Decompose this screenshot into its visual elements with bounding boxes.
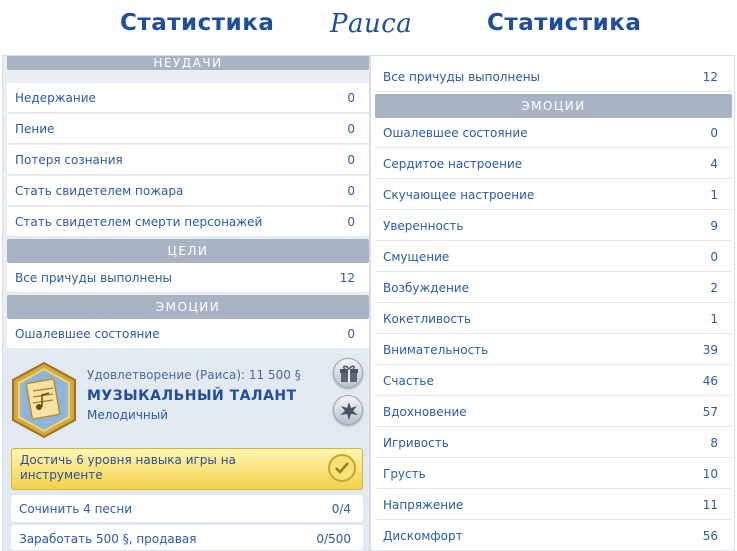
stat-row: Все причуды выполнены 12 (7, 263, 369, 293)
stat-label: Напряжение (383, 498, 464, 512)
stat-label: Все причуды выполнены (383, 70, 541, 84)
stat-value: 12 (339, 271, 355, 285)
stat-label: Стать свидетелем смерти персонажей (15, 215, 263, 229)
stat-value: 39 (702, 343, 718, 357)
milestone-task: Сочинить 4 песни 0/4 (11, 495, 363, 523)
satisfaction-points: Удовлетворение (Раиса): 11 500 § (87, 368, 301, 382)
stat-value: 2 (710, 281, 718, 295)
stats-title-right: Статистика (487, 10, 642, 36)
stat-value: 56 (702, 529, 718, 543)
stat-label: Скучающее настроение (383, 188, 535, 202)
stat-row: Недержание 0 (7, 83, 369, 113)
stat-value: 0 (710, 250, 718, 264)
aspiration-milestone: Мелодичный (87, 408, 169, 422)
stat-value: 1 (710, 312, 718, 326)
stat-label: Ошалевшее состояние (383, 126, 528, 140)
stat-row: Грусть 10 (375, 459, 732, 489)
current-milestone-task: Достичь 6 уровня навыка игры на инструме… (11, 448, 363, 490)
emotions-header: Эмоции (7, 295, 369, 319)
stat-value: 1 (710, 188, 718, 202)
sparkle-burst-icon (340, 402, 358, 420)
music-sheet-badge-icon (12, 361, 76, 439)
stat-value: 11 (702, 498, 718, 512)
stat-row: Все причуды выполнены 12 (375, 62, 732, 92)
stat-label: Смущение (383, 250, 450, 264)
stat-value: 9 (710, 219, 718, 233)
stat-label: Внимательность (383, 343, 489, 357)
stat-label: Недержание (15, 91, 96, 105)
stat-value: 46 (702, 374, 718, 388)
stat-label: Потеря сознания (15, 153, 123, 167)
stat-row: Стать свидетелем пожара 0 (7, 176, 369, 206)
stat-value: 10 (702, 467, 718, 481)
stat-value: 0 (710, 126, 718, 140)
task-label: Достичь 6 уровня навыка игры на инструме… (20, 453, 236, 482)
stat-value: 8 (710, 436, 718, 450)
stat-label: Сердитое настроение (383, 157, 523, 171)
milestone-task: Заработать 500 §, продавая 0/500 (11, 525, 363, 551)
rewards-store-button[interactable] (333, 358, 363, 388)
stat-label: Уверенность (383, 219, 464, 233)
stat-row: Ошалевшее состояние 0 (7, 319, 369, 349)
stat-value: 0 (347, 122, 355, 136)
stat-value: 4 (710, 157, 718, 171)
stat-row: Игривость 8 (375, 428, 732, 458)
failures-header: Неудачи (7, 56, 369, 70)
stat-label: Дискомфорт (383, 529, 463, 543)
gift-icon (340, 365, 358, 382)
stat-value: 12 (702, 70, 718, 84)
stat-row: Возбуждение 2 (375, 273, 732, 303)
stat-row: Уверенность 9 (375, 211, 732, 241)
stat-label: Ошалевшее состояние (15, 327, 160, 341)
stat-label: Стать свидетелем пожара (15, 184, 184, 198)
stat-value: 0 (347, 215, 355, 229)
stat-row: Сердитое настроение 4 (375, 149, 732, 179)
stat-row: Пение 0 (7, 114, 369, 144)
stat-label: Вдохновение (383, 405, 467, 419)
checkmark-icon (328, 454, 356, 482)
stat-row: Смущение 0 (375, 242, 732, 272)
stat-row: Кокетливость 1 (375, 304, 732, 334)
stat-label: Кокетливость (383, 312, 472, 326)
task-label: Сочинить 4 песни (19, 502, 133, 516)
stat-value: 0 (347, 91, 355, 105)
stat-label: Все причуды выполнены (15, 271, 173, 285)
stat-row: Дискомфорт 56 (375, 521, 732, 551)
sim-name-title: Раиса (330, 9, 413, 39)
stat-value: 57 (702, 405, 718, 419)
left-stats-panel: Неудачи Недержание 0 Пение 0 Потеря созн… (2, 55, 370, 551)
stat-label: Игривость (383, 436, 449, 450)
stat-label: Пение (15, 122, 55, 136)
stat-label: Возбуждение (383, 281, 469, 295)
satisfaction-currency-icon: § (294, 368, 301, 382)
stat-row: Скучающее настроение 1 (375, 180, 732, 210)
stat-row: Напряжение 11 (375, 490, 732, 520)
stat-row: Вдохновение 57 (375, 397, 732, 427)
goals-header: Цели (7, 239, 369, 263)
stat-value: 0 (347, 184, 355, 198)
stat-value: 0 (347, 327, 355, 341)
stats-title-left: Статистика (120, 10, 275, 36)
task-progress: 0/4 (331, 502, 351, 516)
stat-row: Счастье 46 (375, 366, 732, 396)
emotions-header: Эмоции (375, 94, 732, 118)
change-aspiration-button[interactable] (333, 395, 363, 425)
stat-label: Счастье (383, 374, 434, 388)
stat-label: Грусть (383, 467, 426, 481)
stat-value: 0 (347, 153, 355, 167)
stat-row: Стать свидетелем смерти персонажей 0 (7, 207, 369, 237)
task-label: Заработать 500 §, продавая (19, 532, 197, 546)
stat-row: Внимательность 39 (375, 335, 732, 365)
stat-row: Ошалевшее состояние 0 (375, 118, 732, 148)
stat-row: Потеря сознания 0 (7, 145, 369, 175)
task-progress: 0/500 (316, 532, 351, 546)
aspiration-panel: Удовлетворение (Раиса): 11 500 § Музыкал… (3, 353, 369, 551)
aspiration-name: Музыкальный талант (87, 388, 297, 404)
right-stats-panel: Все причуды выполнены 12 Эмоции Ошалевше… (370, 55, 735, 551)
